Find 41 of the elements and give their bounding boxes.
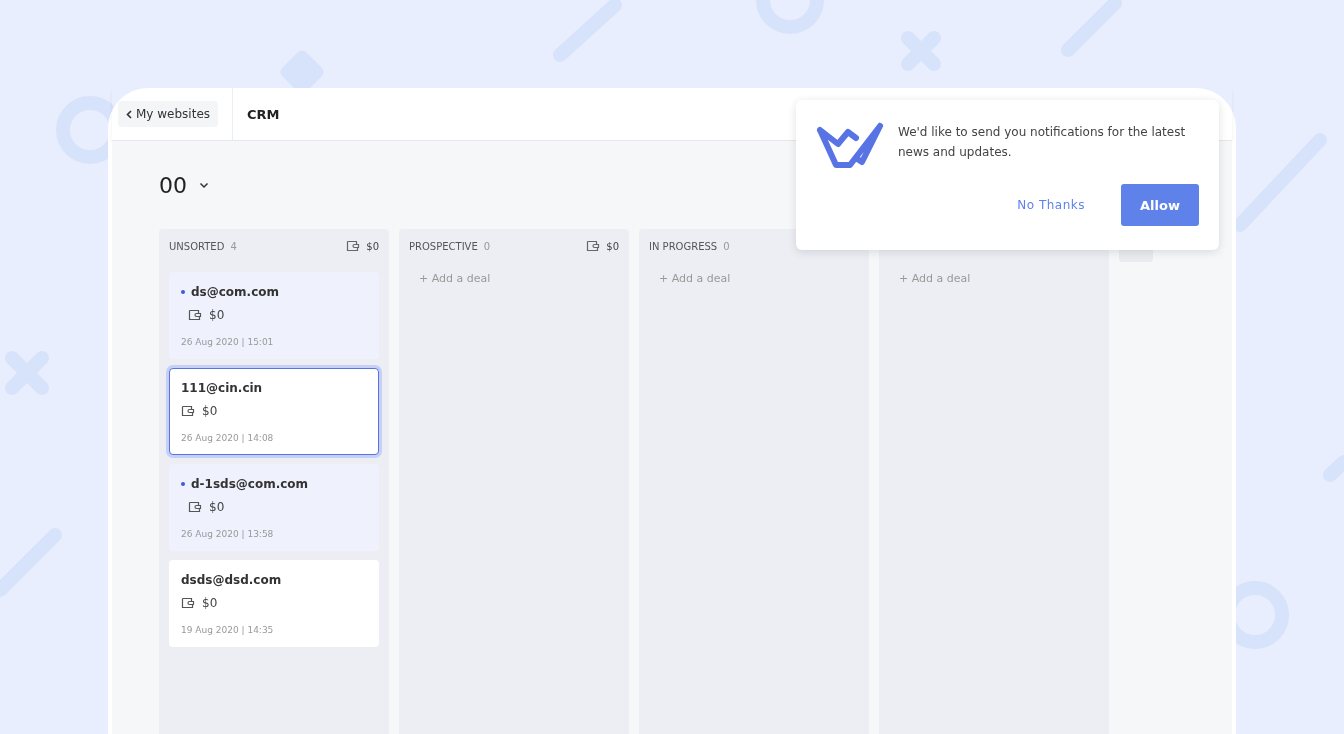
deal-card[interactable]: ds@com.com $0 26 Aug 2020 | 15:01 (169, 272, 379, 359)
deal-count: 4 (230, 240, 237, 252)
unread-dot (181, 482, 185, 486)
wallet-icon (586, 239, 601, 253)
wallet-icon (188, 500, 202, 514)
deal-email: ds@com.com (191, 285, 279, 299)
deal-amount: $0 (209, 500, 225, 514)
wallet-icon (181, 596, 195, 610)
back-button[interactable]: My websites (118, 101, 218, 127)
deal-amount: $0 (202, 596, 218, 610)
deal-amount: $0 (202, 404, 218, 418)
allow-button[interactable]: Allow (1121, 184, 1199, 226)
deal-date: 19 Aug 2020 | 14:35 (181, 625, 275, 635)
column-title: PROSPECTIVE (409, 240, 478, 252)
column-total: $0 (366, 240, 379, 252)
column-title: IN PROGRESS (649, 240, 718, 252)
no-thanks-button[interactable]: No Thanks (1011, 197, 1091, 213)
wallet-icon (188, 308, 202, 322)
deal-card[interactable]: dsds@dsd.com $0 19 Aug 2020 | 14:35 (169, 560, 379, 647)
deal-amount: $0 (209, 308, 225, 322)
deal-email: 111@cin.cin (181, 381, 263, 395)
pipeline-name: 00 (159, 172, 187, 198)
deal-date: 26 Aug 2020 | 14:08 (181, 433, 275, 443)
chevron-down-icon[interactable] (199, 181, 209, 189)
page-title: CRM (232, 88, 280, 140)
deal-email: dsds@dsd.com (181, 573, 282, 587)
deal-card[interactable]: 111@cin.cin $0 26 Aug 2020 | 14:08 (169, 368, 379, 455)
unread-dot (181, 290, 185, 294)
deal-card[interactable]: d-1sds@com.com $0 26 Aug 2020 | 13:58 (169, 464, 379, 551)
deal-email: d-1sds@com.com (191, 477, 309, 491)
column-title: UNSORTED (169, 240, 225, 252)
deal-date: 26 Aug 2020 | 15:01 (181, 337, 275, 347)
logo-icon (816, 122, 884, 170)
column-total: $0 (606, 240, 619, 252)
deal-count: 0 (723, 240, 730, 252)
notification-message: We'd like to send you notifications for the latest news and updates. (898, 124, 1187, 161)
chevron-left-icon (126, 109, 132, 119)
wallet-icon (181, 404, 195, 418)
deal-date: 26 Aug 2020 | 13:58 (181, 529, 275, 539)
deal-count: 0 (483, 240, 491, 252)
wallet-icon (346, 239, 361, 253)
